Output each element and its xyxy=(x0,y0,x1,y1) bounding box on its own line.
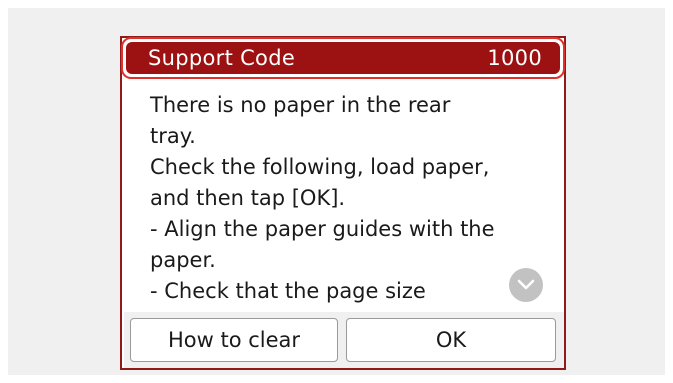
support-code-header: Support Code 1000 xyxy=(126,42,560,74)
error-message: There is no paper in the rear tray. Chec… xyxy=(150,93,495,303)
support-code-header-frame: Support Code 1000 xyxy=(121,37,565,79)
chevron-down-icon xyxy=(517,279,535,290)
support-code-dialog: There is no paper in the rear tray. Chec… xyxy=(120,36,566,370)
support-code-label: Support Code xyxy=(148,46,296,70)
support-code-number: 1000 xyxy=(487,46,542,70)
how-to-clear-button[interactable]: How to clear xyxy=(130,318,338,362)
scroll-down-button[interactable] xyxy=(509,268,543,302)
message-area[interactable]: There is no paper in the rear tray. Chec… xyxy=(124,82,564,310)
button-bar: How to clear OK xyxy=(124,312,564,368)
ok-button[interactable]: OK xyxy=(346,318,556,362)
